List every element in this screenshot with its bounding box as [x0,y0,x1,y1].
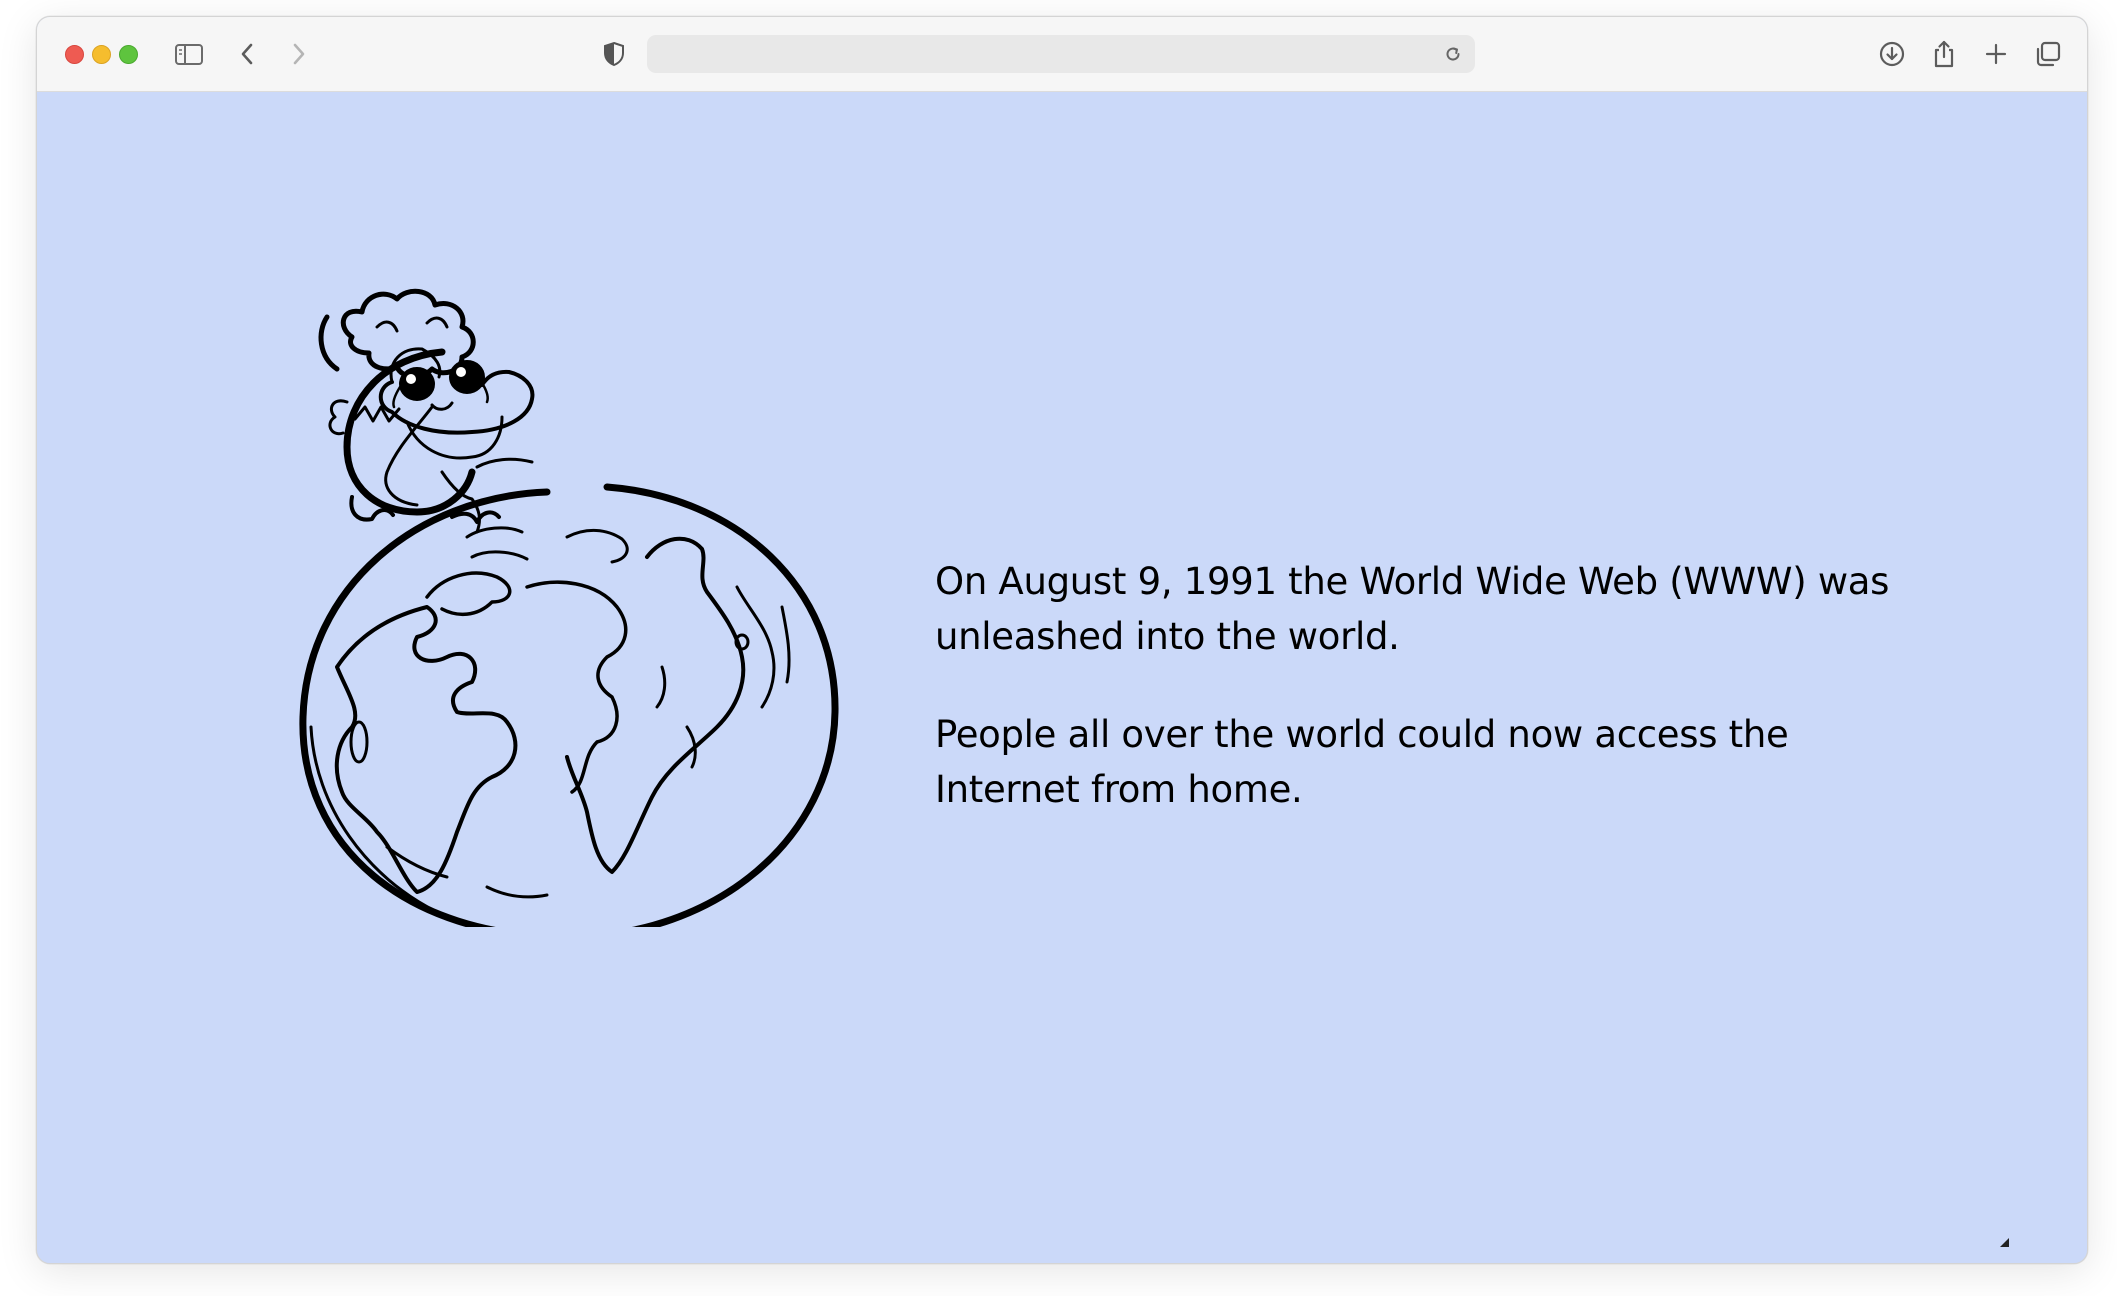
share-icon[interactable] [1929,39,1959,69]
globe-character-illustration [267,287,877,941]
maximize-window-button[interactable] [119,45,138,64]
page-content: On August 9, 1991 the World Wide Web (WW… [37,92,2087,1263]
shield-icon[interactable] [599,39,629,69]
plus-icon[interactable] [1981,39,2011,69]
chevron-right-icon[interactable] [283,39,313,69]
address-bar[interactable] [647,35,1475,73]
minimize-window-button[interactable] [92,45,111,64]
browser-window: On August 9, 1991 the World Wide Web (WW… [36,16,2088,1264]
browser-toolbar [37,17,2087,92]
reload-icon[interactable] [1443,44,1463,69]
resize-handle-icon[interactable] [2000,1238,2009,1247]
paragraph-2: People all over the world could now acce… [935,713,1789,811]
paragraph-1: On August 9, 1991 the World Wide Web (WW… [935,560,1890,658]
intro-text: On August 9, 1991 the World Wide Web (WW… [935,554,1895,860]
sidebar-icon[interactable] [174,39,204,69]
chevron-left-icon[interactable] [233,39,263,69]
tab-overview-icon[interactable] [2033,39,2063,69]
download-icon[interactable] [1877,39,1907,69]
close-window-button[interactable] [65,45,84,64]
